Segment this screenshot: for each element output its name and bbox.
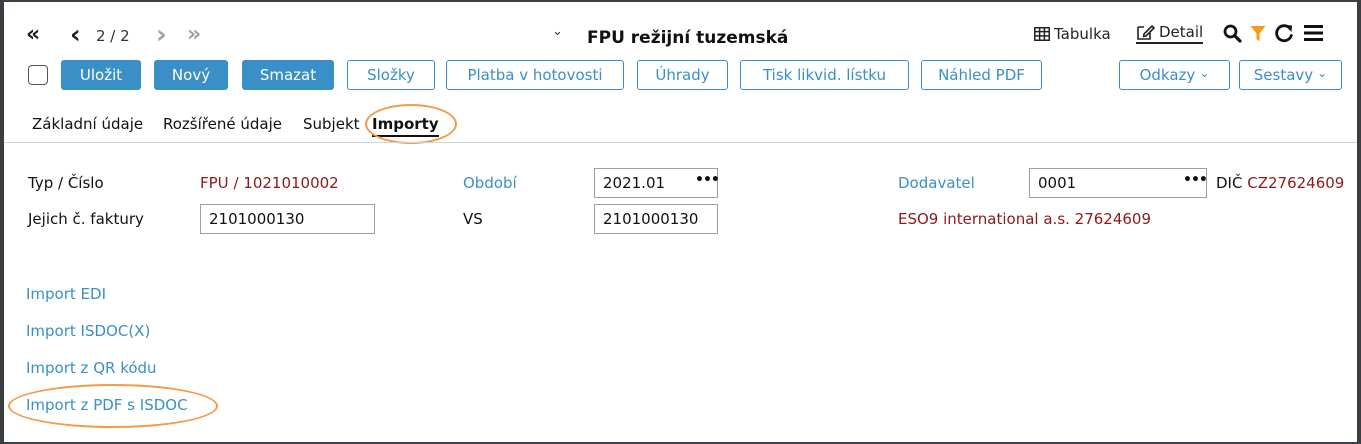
vs-label: VS (463, 210, 483, 228)
import-edi-link[interactable]: Import EDI (26, 285, 106, 303)
type-number-value: FPU / 1021010002 (200, 174, 339, 192)
table-view-button[interactable]: Tabulka (1034, 25, 1111, 43)
import-isdoc-link[interactable]: Import ISDOC(X) (26, 322, 150, 340)
import-qr-link[interactable]: Import z QR kódu (26, 359, 157, 377)
new-button[interactable]: Nový (154, 60, 228, 90)
dic-field: DIČ CZ27624609 (1216, 174, 1344, 192)
tab-imports[interactable]: Importy (372, 115, 439, 137)
type-value: FPU (200, 174, 229, 192)
detail-window: « ‹ 2 / 2 › » ⌄ FPU režijní tuzemská Tab… (4, 2, 1357, 442)
refresh-icon[interactable] (1274, 23, 1294, 43)
table-view-label: Tabulka (1054, 25, 1111, 43)
reports-label: Sestavy (1253, 66, 1314, 84)
type-number-label: Typ / Číslo (28, 174, 104, 192)
print-slip-button[interactable]: Tisk likvid. lístku (740, 60, 909, 90)
tab-extended-info[interactable]: Rozšířené údaje (163, 115, 282, 133)
links-label: Odkazy (1139, 66, 1196, 84)
edit-icon (1137, 25, 1155, 40)
supplier-link[interactable]: Dodavatel (898, 174, 975, 192)
supplier-name: ESO9 international a.s. 27624609 (898, 210, 1152, 228)
delete-button[interactable]: Smazat (242, 60, 334, 90)
supplier-lookup-icon[interactable]: ••• (1183, 172, 1208, 188)
payments-button[interactable]: Úhrady (637, 60, 728, 90)
their-invoice-field[interactable] (200, 204, 375, 234)
detail-view-label: Detail (1159, 23, 1204, 41)
reports-dropdown[interactable]: Sestavy ⌄ (1239, 60, 1342, 90)
last-record-icon[interactable]: » (187, 24, 201, 46)
tab-divider (4, 142, 1357, 143)
links-dropdown[interactable]: Odkazy ⌄ (1119, 60, 1230, 90)
prev-record-icon[interactable]: ‹ (70, 22, 81, 48)
record-pager: 2 / 2 (96, 27, 130, 45)
pdf-preview-button[interactable]: Náhled PDF (921, 60, 1042, 90)
vs-field[interactable] (594, 204, 718, 234)
select-checkbox[interactable] (28, 65, 48, 85)
period-lookup-icon[interactable]: ••• (695, 172, 720, 188)
filter-icon[interactable] (1250, 25, 1266, 43)
type-separator: / (233, 174, 239, 192)
number-value: 1021010002 (243, 174, 339, 192)
first-record-icon[interactable]: « (26, 24, 40, 46)
chevron-down-icon: ⌄ (1199, 66, 1210, 80)
page-title: FPU režijní tuzemská (587, 28, 789, 48)
menu-icon[interactable] (1304, 25, 1323, 41)
their-invoice-label: Jejich č. faktury (28, 210, 144, 228)
cash-payment-button[interactable]: Platba v hotovosti (446, 60, 624, 90)
save-button[interactable]: Uložit (61, 60, 141, 90)
folders-button[interactable]: Složky (347, 60, 435, 90)
tab-basic-info[interactable]: Základní údaje (32, 115, 143, 133)
tab-subject[interactable]: Subjekt (303, 115, 360, 133)
chevron-down-icon: ⌄ (1317, 66, 1328, 80)
next-record-icon[interactable]: › (156, 22, 167, 48)
supplier-field[interactable] (1029, 168, 1207, 198)
title-dropdown-icon[interactable]: ⌄ (552, 24, 563, 39)
table-icon (1034, 27, 1050, 41)
import-pdf-isdoc-link[interactable]: Import z PDF s ISDOC (26, 396, 188, 414)
dic-label: DIČ (1216, 174, 1243, 192)
dic-value: CZ27624609 (1247, 174, 1345, 192)
period-link[interactable]: Období (463, 174, 517, 192)
search-icon[interactable] (1223, 24, 1242, 43)
detail-view-button[interactable]: Detail (1136, 23, 1204, 44)
